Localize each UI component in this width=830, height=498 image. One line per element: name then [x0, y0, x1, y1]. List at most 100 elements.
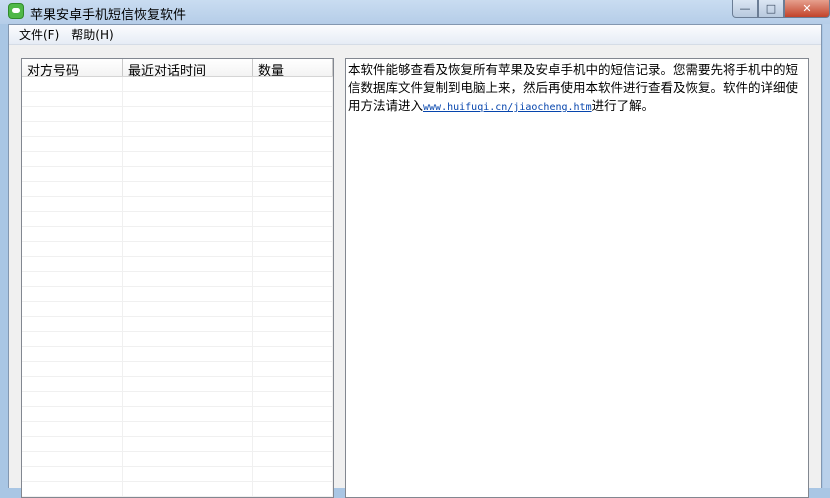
grid-cell [253, 152, 333, 167]
empty-grid-row [22, 167, 333, 182]
empty-grid-row [22, 287, 333, 302]
empty-grid-row [22, 437, 333, 452]
grid-cell [123, 227, 253, 242]
grid-cell [253, 332, 333, 347]
grid-cell [123, 317, 253, 332]
grid-cell [22, 107, 123, 122]
empty-grid-row [22, 92, 333, 107]
grid-cell [22, 347, 123, 362]
grid-cell [123, 272, 253, 287]
grid-cell [253, 287, 333, 302]
grid-cell [253, 377, 333, 392]
grid-cell [22, 302, 123, 317]
column-header-count[interactable]: 数量 [253, 59, 333, 79]
grid-cell [123, 392, 253, 407]
grid-cell [253, 212, 333, 227]
grid-cell [253, 317, 333, 332]
grid-cell [253, 257, 333, 272]
grid-cell [22, 422, 123, 437]
title-bar: 苹果安卓手机短信恢复软件 — □ ✕ [0, 0, 830, 24]
empty-grid-row [22, 332, 333, 347]
empty-grid-row [22, 77, 333, 92]
grid-cell [22, 197, 123, 212]
grid-cell [22, 362, 123, 377]
grid-cell [253, 197, 333, 212]
grid-cell [123, 482, 253, 497]
maximize-button[interactable]: □ [758, 0, 784, 18]
window-title: 苹果安卓手机短信恢复软件 [30, 8, 187, 23]
empty-grid-row [22, 137, 333, 152]
empty-grid-row [22, 392, 333, 407]
grid-cell [253, 167, 333, 182]
grid-cell [22, 317, 123, 332]
grid-cell [123, 197, 253, 212]
menu-help[interactable]: 帮助(H) [65, 26, 119, 43]
grid-cell [123, 407, 253, 422]
grid-cell [22, 392, 123, 407]
grid-cell [253, 107, 333, 122]
empty-grid-row [22, 347, 333, 362]
empty-grid-row [22, 377, 333, 392]
empty-grid-row [22, 197, 333, 212]
empty-grid-row [22, 257, 333, 272]
grid-cell [123, 77, 253, 92]
grid-cell [123, 107, 253, 122]
grid-cell [253, 227, 333, 242]
grid-cell [22, 212, 123, 227]
tutorial-link[interactable]: www.huifuqi.cn/jiaocheng.htm [423, 102, 592, 113]
grid-cell [22, 152, 123, 167]
grid-cell [253, 347, 333, 362]
grid-cell [253, 362, 333, 377]
empty-grid-row [22, 212, 333, 227]
info-textbox[interactable]: 本软件能够查看及恢复所有苹果及安卓手机中的短信记录。您需要先将手机中的短信数据库… [345, 58, 809, 498]
grid-cell [253, 182, 333, 197]
empty-grid-row [22, 482, 333, 497]
column-header-last-time[interactable]: 最近对话时间 [123, 59, 253, 79]
close-button[interactable]: ✕ [784, 0, 830, 18]
window-border [823, 24, 830, 488]
grid-cell [22, 227, 123, 242]
grid-cell [123, 212, 253, 227]
grid-cell [22, 92, 123, 107]
grid-cell [253, 92, 333, 107]
grid-cell [253, 302, 333, 317]
grid-cell [253, 452, 333, 467]
grid-cell [123, 362, 253, 377]
empty-grid-row [22, 182, 333, 197]
grid-cell [253, 392, 333, 407]
grid-cell [22, 437, 123, 452]
empty-grid-row [22, 272, 333, 287]
grid-cell [253, 407, 333, 422]
grid-cell [22, 77, 123, 92]
grid-cell [123, 347, 253, 362]
app-icon [8, 3, 24, 19]
grid-cell [253, 482, 333, 497]
minimize-button[interactable]: — [732, 0, 758, 18]
empty-grid-row [22, 407, 333, 422]
grid-cell [22, 137, 123, 152]
grid-cell [253, 77, 333, 92]
grid-cell [123, 437, 253, 452]
grid-cell [123, 257, 253, 272]
conversation-list[interactable]: 对方号码 最近对话时间 数量 [21, 58, 334, 498]
column-header-number[interactable]: 对方号码 [22, 59, 123, 79]
grid-cell [123, 452, 253, 467]
empty-grid-row [22, 242, 333, 257]
grid-cell [22, 182, 123, 197]
grid-cell [123, 377, 253, 392]
grid-cell [253, 242, 333, 257]
grid-cell [123, 242, 253, 257]
menu-file[interactable]: 文件(F) [13, 26, 65, 43]
grid-cell [22, 242, 123, 257]
grid-cell [123, 92, 253, 107]
grid-cell [123, 167, 253, 182]
grid-cell [123, 152, 253, 167]
grid-cell [253, 122, 333, 137]
grid-cell [22, 287, 123, 302]
grid-cell [22, 407, 123, 422]
grid-cell [253, 272, 333, 287]
grid-cell [253, 137, 333, 152]
empty-grid-row [22, 317, 333, 332]
empty-grid-row [22, 227, 333, 242]
grid-cell [123, 287, 253, 302]
